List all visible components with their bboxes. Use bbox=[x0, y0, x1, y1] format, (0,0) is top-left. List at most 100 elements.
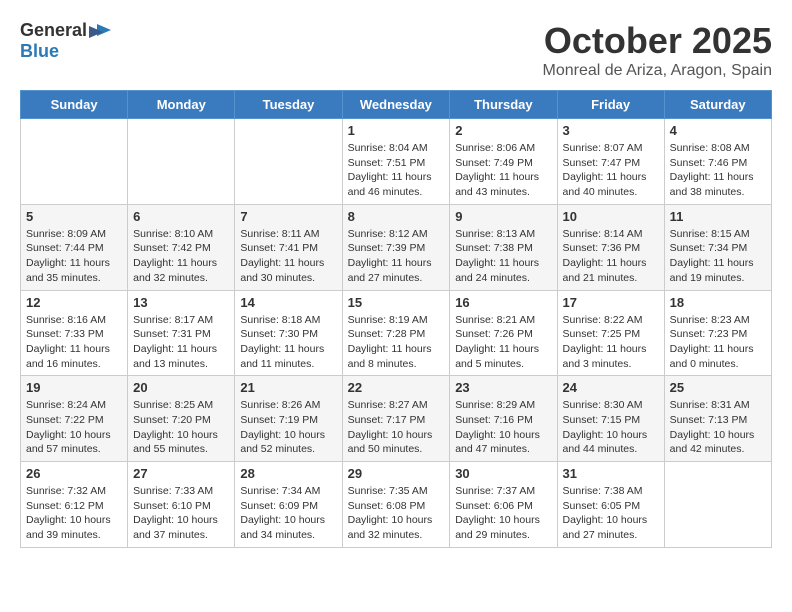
calendar-cell: 24 Sunrise: 8:30 AM Sunset: 7:15 PM Dayli… bbox=[557, 376, 664, 462]
day-number: 24 bbox=[563, 380, 659, 395]
calendar-cell: 3 Sunrise: 8:07 AM Sunset: 7:47 PM Daylig… bbox=[557, 119, 664, 205]
day-number: 10 bbox=[563, 209, 659, 224]
calendar-cell: 7 Sunrise: 8:11 AM Sunset: 7:41 PM Daylig… bbox=[235, 204, 342, 290]
day-info: Sunrise: 8:18 AM Sunset: 7:30 PM Dayligh… bbox=[240, 313, 336, 372]
day-number: 9 bbox=[455, 209, 551, 224]
day-number: 23 bbox=[455, 380, 551, 395]
calendar-cell: 5Sunrise: 8:09 AM Sunset: 7:44 PM Daylig… bbox=[21, 204, 128, 290]
day-number: 3 bbox=[563, 123, 659, 138]
logo-icon bbox=[89, 22, 113, 40]
calendar-header-row: SundayMondayTuesdayWednesdayThursdayFrid… bbox=[21, 91, 772, 119]
day-info: Sunrise: 8:30 AM Sunset: 7:15 PM Dayligh… bbox=[563, 398, 659, 457]
calendar-cell: 25 Sunrise: 8:31 AM Sunset: 7:13 PM Dayli… bbox=[664, 376, 771, 462]
day-info: Sunrise: 8:27 AM Sunset: 7:17 PM Dayligh… bbox=[348, 398, 445, 457]
calendar-cell: 1Sunrise: 8:04 AM Sunset: 7:51 PM Daylig… bbox=[342, 119, 450, 205]
day-number: 17 bbox=[563, 295, 659, 310]
calendar-cell bbox=[235, 119, 342, 205]
calendar-cell bbox=[21, 119, 128, 205]
day-info: Sunrise: 8:25 AM Sunset: 7:20 PM Dayligh… bbox=[133, 398, 229, 457]
calendar-table: SundayMondayTuesdayWednesdayThursdayFrid… bbox=[20, 90, 772, 548]
calendar-cell: 4 Sunrise: 8:08 AM Sunset: 7:46 PM Daylig… bbox=[664, 119, 771, 205]
day-info: Sunrise: 8:06 AM Sunset: 7:49 PM Dayligh… bbox=[455, 141, 551, 200]
calendar-cell: 10Sunrise: 8:14 AM Sunset: 7:36 PM Dayli… bbox=[557, 204, 664, 290]
calendar-cell: 8 Sunrise: 8:12 AM Sunset: 7:39 PM Daylig… bbox=[342, 204, 450, 290]
day-info: Sunrise: 8:16 AM Sunset: 7:33 PM Dayligh… bbox=[26, 313, 122, 372]
day-number: 30 bbox=[455, 466, 551, 481]
calendar-week-row: 5Sunrise: 8:09 AM Sunset: 7:44 PM Daylig… bbox=[21, 204, 772, 290]
day-number: 12 bbox=[26, 295, 122, 310]
calendar-week-row: 12 Sunrise: 8:16 AM Sunset: 7:33 PM Dayli… bbox=[21, 290, 772, 376]
calendar-cell: 31 Sunrise: 7:38 AM Sunset: 6:05 PM Dayli… bbox=[557, 462, 664, 548]
day-info: Sunrise: 8:11 AM Sunset: 7:41 PM Dayligh… bbox=[240, 227, 336, 286]
day-number: 29 bbox=[348, 466, 445, 481]
day-info: Sunrise: 8:08 AM Sunset: 7:46 PM Dayligh… bbox=[670, 141, 766, 200]
day-number: 15 bbox=[348, 295, 445, 310]
day-number: 6 bbox=[133, 209, 229, 224]
calendar-cell bbox=[128, 119, 235, 205]
column-header-wednesday: Wednesday bbox=[342, 91, 450, 119]
calendar-cell: 30 Sunrise: 7:37 AM Sunset: 6:06 PM Dayli… bbox=[450, 462, 557, 548]
column-header-friday: Friday bbox=[557, 91, 664, 119]
day-info: Sunrise: 7:38 AM Sunset: 6:05 PM Dayligh… bbox=[563, 484, 659, 543]
calendar-cell: 16 Sunrise: 8:21 AM Sunset: 7:26 PM Dayli… bbox=[450, 290, 557, 376]
day-number: 8 bbox=[348, 209, 445, 224]
calendar-cell: 15Sunrise: 8:19 AM Sunset: 7:28 PM Dayli… bbox=[342, 290, 450, 376]
calendar-week-row: 26Sunrise: 7:32 AM Sunset: 6:12 PM Dayli… bbox=[21, 462, 772, 548]
day-number: 19 bbox=[26, 380, 122, 395]
day-info: Sunrise: 8:31 AM Sunset: 7:13 PM Dayligh… bbox=[670, 398, 766, 457]
calendar-cell: 18 Sunrise: 8:23 AM Sunset: 7:23 PM Dayli… bbox=[664, 290, 771, 376]
day-info: Sunrise: 7:33 AM Sunset: 6:10 PM Dayligh… bbox=[133, 484, 229, 543]
day-info: Sunrise: 8:24 AM Sunset: 7:22 PM Dayligh… bbox=[26, 398, 122, 457]
day-number: 27 bbox=[133, 466, 229, 481]
day-info: Sunrise: 8:21 AM Sunset: 7:26 PM Dayligh… bbox=[455, 313, 551, 372]
day-number: 4 bbox=[670, 123, 766, 138]
day-number: 31 bbox=[563, 466, 659, 481]
day-number: 13 bbox=[133, 295, 229, 310]
calendar-cell: 20 Sunrise: 8:25 AM Sunset: 7:20 PM Dayli… bbox=[128, 376, 235, 462]
day-number: 25 bbox=[670, 380, 766, 395]
day-info: Sunrise: 8:22 AM Sunset: 7:25 PM Dayligh… bbox=[563, 313, 659, 372]
calendar-cell: 26Sunrise: 7:32 AM Sunset: 6:12 PM Dayli… bbox=[21, 462, 128, 548]
calendar-cell: 22 Sunrise: 8:27 AM Sunset: 7:17 PM Dayli… bbox=[342, 376, 450, 462]
day-info: Sunrise: 8:15 AM Sunset: 7:34 PM Dayligh… bbox=[670, 227, 766, 286]
day-info: Sunrise: 8:23 AM Sunset: 7:23 PM Dayligh… bbox=[670, 313, 766, 372]
calendar-cell: 28Sunrise: 7:34 AM Sunset: 6:09 PM Dayli… bbox=[235, 462, 342, 548]
day-number: 21 bbox=[240, 380, 336, 395]
calendar-week-row: 19 Sunrise: 8:24 AM Sunset: 7:22 PM Dayli… bbox=[21, 376, 772, 462]
day-number: 16 bbox=[455, 295, 551, 310]
day-number: 14 bbox=[240, 295, 336, 310]
title-area: October 2025 Monreal de Ariza, Aragon, S… bbox=[543, 20, 772, 80]
logo-general-text: General bbox=[20, 20, 87, 41]
day-info: Sunrise: 8:09 AM Sunset: 7:44 PM Dayligh… bbox=[26, 227, 122, 286]
logo: General Blue bbox=[20, 20, 113, 62]
calendar-cell: 9 Sunrise: 8:13 AM Sunset: 7:38 PM Daylig… bbox=[450, 204, 557, 290]
day-info: Sunrise: 7:37 AM Sunset: 6:06 PM Dayligh… bbox=[455, 484, 551, 543]
column-header-sunday: Sunday bbox=[21, 91, 128, 119]
day-number: 2 bbox=[455, 123, 551, 138]
day-info: Sunrise: 8:17 AM Sunset: 7:31 PM Dayligh… bbox=[133, 313, 229, 372]
day-number: 18 bbox=[670, 295, 766, 310]
day-number: 7 bbox=[240, 209, 336, 224]
month-title: October 2025 bbox=[543, 20, 772, 62]
day-number: 26 bbox=[26, 466, 122, 481]
column-header-thursday: Thursday bbox=[450, 91, 557, 119]
column-header-tuesday: Tuesday bbox=[235, 91, 342, 119]
day-number: 22 bbox=[348, 380, 445, 395]
day-info: Sunrise: 8:13 AM Sunset: 7:38 PM Dayligh… bbox=[455, 227, 551, 286]
column-header-saturday: Saturday bbox=[664, 91, 771, 119]
calendar-cell: 21 Sunrise: 8:26 AM Sunset: 7:19 PM Dayli… bbox=[235, 376, 342, 462]
calendar-cell: 19 Sunrise: 8:24 AM Sunset: 7:22 PM Dayli… bbox=[21, 376, 128, 462]
calendar-cell: 12 Sunrise: 8:16 AM Sunset: 7:33 PM Dayli… bbox=[21, 290, 128, 376]
day-info: Sunrise: 8:07 AM Sunset: 7:47 PM Dayligh… bbox=[563, 141, 659, 200]
day-info: Sunrise: 8:12 AM Sunset: 7:39 PM Dayligh… bbox=[348, 227, 445, 286]
day-info: Sunrise: 8:26 AM Sunset: 7:19 PM Dayligh… bbox=[240, 398, 336, 457]
calendar-cell: 11Sunrise: 8:15 AM Sunset: 7:34 PM Dayli… bbox=[664, 204, 771, 290]
calendar-cell: 23 Sunrise: 8:29 AM Sunset: 7:16 PM Dayli… bbox=[450, 376, 557, 462]
day-number: 1 bbox=[348, 123, 445, 138]
column-header-monday: Monday bbox=[128, 91, 235, 119]
day-number: 20 bbox=[133, 380, 229, 395]
calendar-cell: 17 Sunrise: 8:22 AM Sunset: 7:25 PM Dayli… bbox=[557, 290, 664, 376]
day-info: Sunrise: 8:29 AM Sunset: 7:16 PM Dayligh… bbox=[455, 398, 551, 457]
calendar-cell: 6Sunrise: 8:10 AM Sunset: 7:42 PM Daylig… bbox=[128, 204, 235, 290]
calendar-week-row: 1Sunrise: 8:04 AM Sunset: 7:51 PM Daylig… bbox=[21, 119, 772, 205]
